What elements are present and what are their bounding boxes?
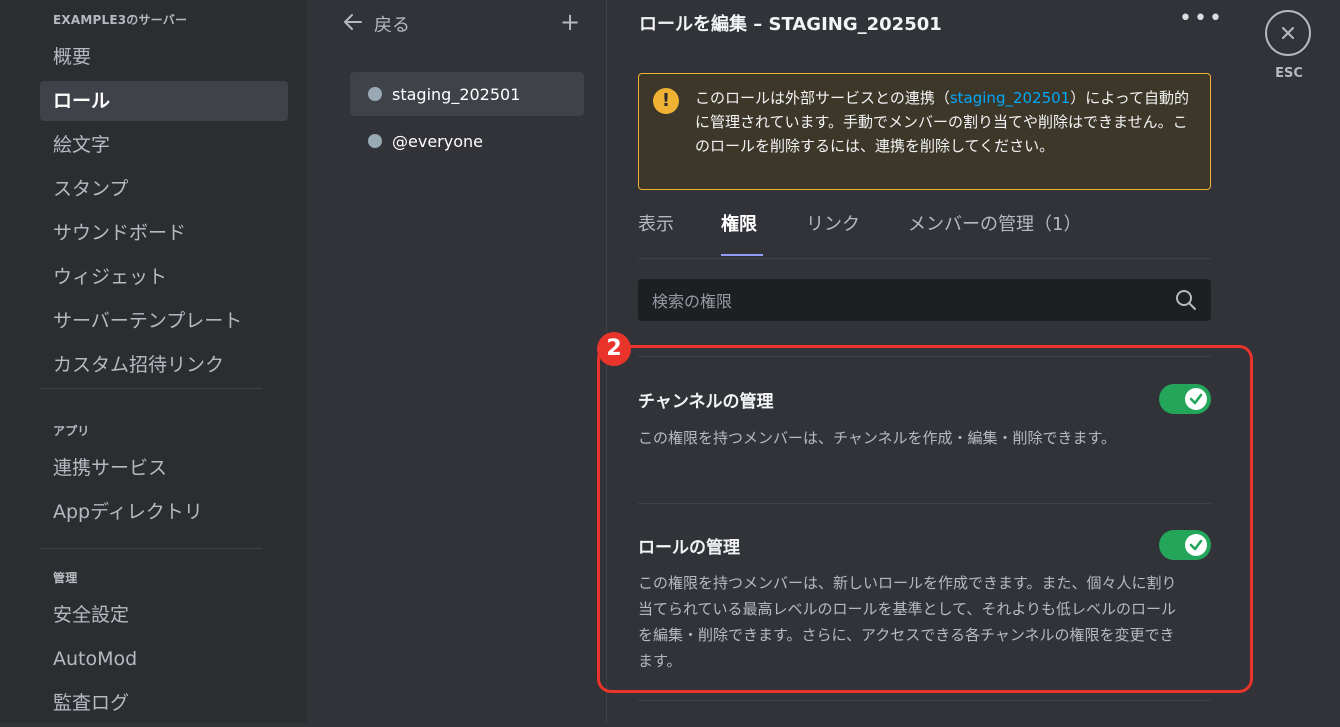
search-placeholder: 検索の権限 bbox=[652, 292, 733, 311]
tab-manage-members[interactable]: メンバーの管理（1） bbox=[908, 210, 1081, 236]
back-label: 戻る bbox=[374, 15, 410, 36]
sidebar-item-server-template[interactable]: サーバーテンプレート bbox=[40, 301, 288, 341]
sidebar-item-automod[interactable]: AutoMod bbox=[40, 639, 288, 679]
sidebar-divider bbox=[40, 388, 262, 389]
sidebar-item-integrations[interactable]: 連携サービス bbox=[40, 448, 288, 488]
role-color-dot bbox=[368, 87, 382, 101]
arrow-left-icon bbox=[342, 11, 364, 38]
warning-text-before: このロールは外部サービスとの連携（ bbox=[695, 89, 950, 107]
more-options-button[interactable]: ••• bbox=[1179, 6, 1224, 31]
role-name: staging_202501 bbox=[392, 84, 521, 104]
back-button[interactable]: 戻る bbox=[342, 10, 410, 38]
role-tabs: 表示 権限 リンク メンバーの管理（1） bbox=[638, 206, 1211, 259]
permission-divider bbox=[638, 700, 1211, 701]
sidebar-item-safety[interactable]: 安全設定 bbox=[40, 595, 288, 635]
permission-search-input[interactable]: 検索の権限 bbox=[638, 279, 1211, 321]
sidebar-item-stickers[interactable]: スタンプ bbox=[40, 169, 288, 209]
sidebar-item-soundboard[interactable]: サウンドボード bbox=[40, 213, 288, 253]
sidebar-item-widget[interactable]: ウィジェット bbox=[40, 257, 288, 297]
warning-icon: ! bbox=[653, 88, 679, 114]
sidebar-item-overview[interactable]: 概要 bbox=[40, 37, 288, 77]
page-title: ロールを編集 – STAGING_202501 bbox=[639, 14, 942, 35]
close-label: ESC bbox=[1275, 66, 1303, 81]
sidebar-item-roles[interactable]: ロール bbox=[40, 81, 288, 121]
search-icon bbox=[1175, 289, 1197, 315]
sidebar-item-emoji[interactable]: 絵文字 bbox=[40, 125, 288, 165]
sidebar-item-custom-invite[interactable]: カスタム招待リンク bbox=[40, 345, 288, 385]
role-item-everyone[interactable]: @everyone bbox=[350, 119, 584, 163]
active-tab-indicator bbox=[721, 254, 763, 256]
sidebar-header-manage: 管理 bbox=[53, 571, 78, 585]
close-button[interactable] bbox=[1265, 10, 1311, 56]
role-item-staging[interactable]: staging_202501 bbox=[350, 72, 584, 116]
sidebar-header-apps: アプリ bbox=[53, 424, 90, 438]
sidebar-item-app-directory[interactable]: Appディレクトリ bbox=[40, 492, 288, 532]
managed-role-warning: ! このロールは外部サービスとの連携（staging_202501）によって自動… bbox=[638, 73, 1211, 190]
role-name: @everyone bbox=[392, 131, 483, 151]
tab-permissions[interactable]: 権限 bbox=[721, 210, 757, 236]
integration-link[interactable]: staging_202501 bbox=[950, 89, 1070, 107]
role-list-panel: 戻る + staging_202501 @everyone bbox=[306, 0, 607, 723]
sidebar-item-audit-log[interactable]: 監査ログ bbox=[40, 683, 288, 723]
sidebar-header-server: EXAMPLE3のサーバー bbox=[53, 13, 188, 27]
settings-sidebar: EXAMPLE3のサーバー 概要 ロール 絵文字 スタンプ サウンドボード ウィ… bbox=[0, 0, 306, 723]
sidebar-divider bbox=[40, 548, 262, 549]
annotation-step-badge: 2 bbox=[597, 332, 631, 366]
tab-display[interactable]: 表示 bbox=[638, 210, 674, 236]
tab-links[interactable]: リンク bbox=[806, 210, 860, 236]
add-role-button[interactable]: + bbox=[560, 8, 580, 36]
role-color-dot bbox=[368, 134, 382, 148]
close-icon bbox=[1282, 27, 1294, 39]
annotation-highlight-box bbox=[597, 345, 1253, 693]
